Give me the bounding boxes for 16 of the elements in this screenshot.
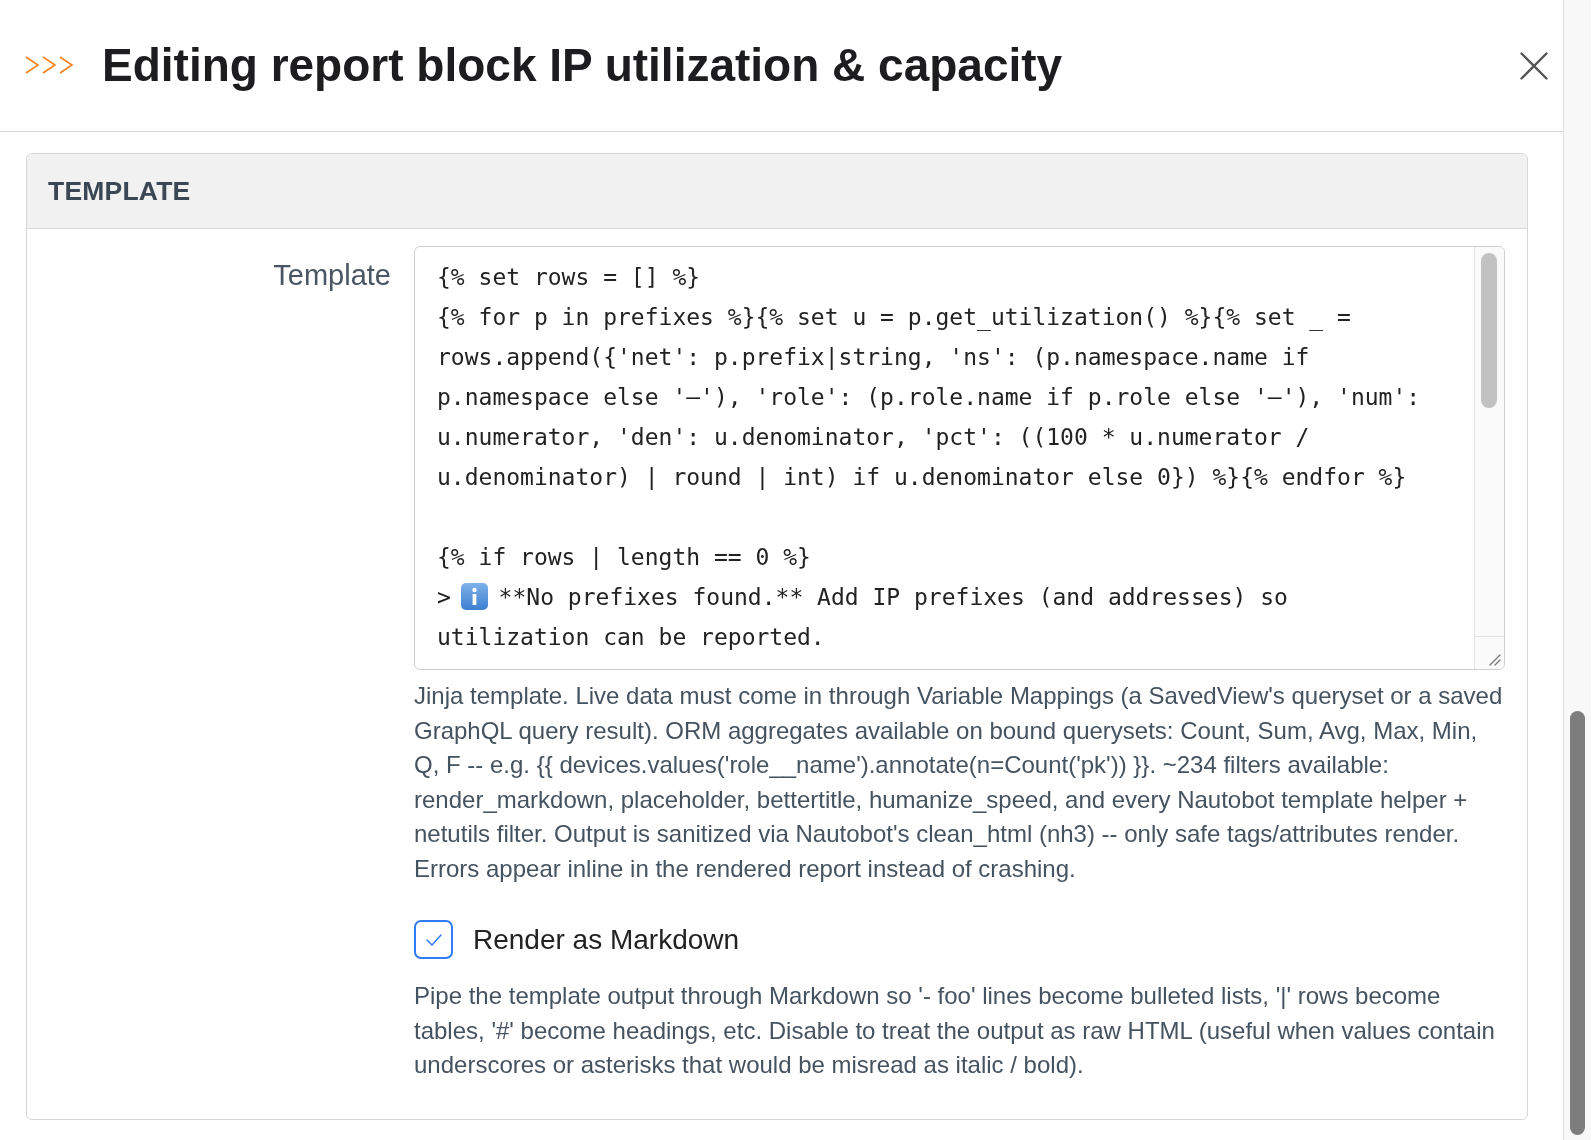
close-icon: [1520, 51, 1548, 80]
field-label: Template: [273, 258, 391, 293]
chevrons-icon: [25, 54, 75, 75]
checkbox-label[interactable]: Render as Markdown: [473, 923, 740, 956]
checkbox[interactable]: [414, 920, 453, 959]
section-title: TEMPLATE: [48, 175, 191, 207]
resize-grip-icon[interactable]: [1489, 654, 1501, 666]
check-icon: [425, 933, 442, 946]
help-text: Jinja template. Live data must come in through Variable Mappings (a SavedView's queryset or a saved GraphQL query result). ORM aggregates available on bound querysets: Count, Sum, Avg, Max, Min, Q, F -- e.g. {{ devices.values('role__name').annotate(n=Count('pk')) }}. ~234 filters available: render_markdown, placeholder, bettertitle, humanize_speed, and every Nautobot template helper + netutils filter. Output is sanitized via Nautobot's clean_html (nh3) -- only safe tags/attributes render. Errors appear inline in the rendered report instead of crashing.: [414, 681, 1504, 884]
help-text: Pipe the template output through Markdown so '- foo' lines become bulleted lists, '|' rows become tables, '#' become headings, etc. Disable to treat the output as raw HTML (useful when values contain underscores or asterisks that would be misread as italic / bold).: [414, 981, 1496, 1080]
modal-title: Editing report block IP utilization & capacity: [102, 39, 1063, 92]
scrollbar-thumb[interactable]: [1570, 711, 1585, 1135]
scrollbar-thumb[interactable]: [1481, 253, 1497, 408]
template-textarea[interactable]: {% set rows = [] %} {% for p in prefixes %}{% set u = p.get_utilization() %}{% set _ = rows.append({'net': p.prefix|string, 'ns': (p.namespace.name if p.namespace else '—'), 'role': (p.role.name if p.role else '—'), 'num': u.numerator, 'den': u.denominator, 'pct': ((100 * u.numerator / u.denominator) | round | int) if u.denominator else 0}) %}{% endfor %} {% if rows | length == 0 %} > **No prefixes found.** Add IP prefixes (and addresses) so utilization can be reported.: [414, 246, 1505, 670]
info-icon: [461, 583, 489, 610]
close-button[interactable]: [1520, 51, 1548, 80]
